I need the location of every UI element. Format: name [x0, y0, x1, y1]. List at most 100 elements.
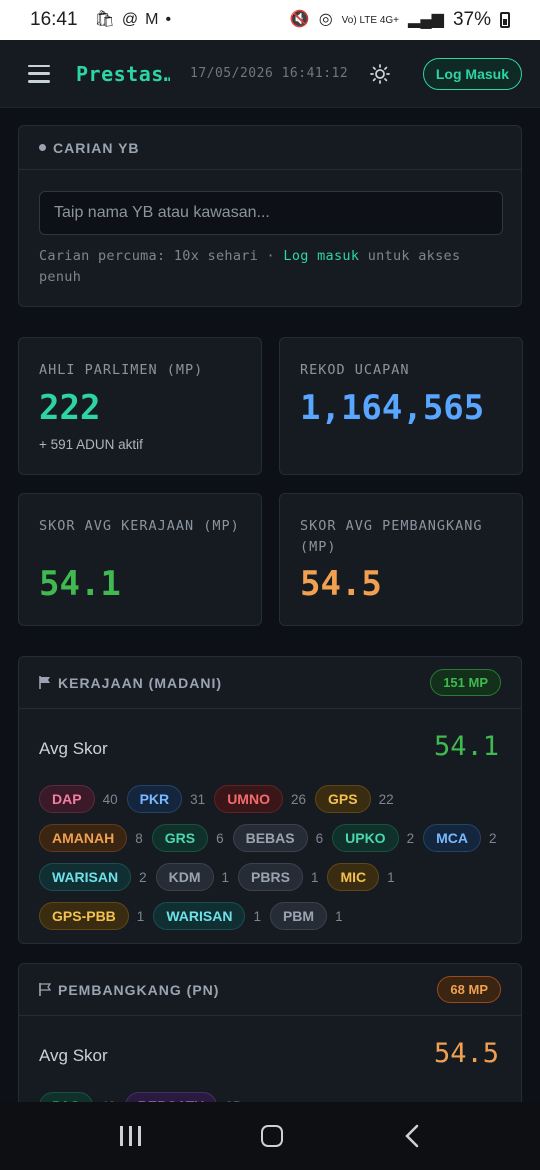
signal-icon: ▂▄▆: [408, 11, 444, 28]
stat-label: SKOR AVG KERAJAAN (MP): [39, 518, 240, 534]
party-chip-item: AMANAH 8: [39, 824, 143, 852]
party-seat-count: 2: [139, 869, 147, 885]
party-chip[interactable]: PKR: [126, 785, 183, 813]
party-chip-item: PKR 31: [126, 785, 206, 813]
government-count-badge: 151 MP: [430, 669, 501, 696]
party-seat-count: 6: [315, 830, 324, 846]
current-datetime: 17/05/2026 16:41:12: [190, 66, 349, 81]
party-chip-item: MCA 2: [423, 824, 497, 852]
party-chip-item: PBM 1: [269, 902, 343, 930]
stat-card-opp-score: SKOR AVG PEMBANGKANG (MP) 54.5: [279, 493, 523, 626]
notification-dot-icon: •: [165, 11, 172, 28]
party-chip[interactable]: MCA: [423, 824, 481, 852]
flag-icon: [39, 676, 50, 689]
flag-outline-icon: [39, 983, 51, 996]
government-card: KERAJAAN (MADANI) 151 MP Avg Skor 54.1 D…: [18, 656, 522, 944]
party-seat-count: 31: [190, 791, 206, 807]
party-chip-item: GPS 22: [315, 785, 394, 813]
party-chip[interactable]: GPS-PBB: [39, 902, 129, 930]
party-seat-count: 1: [335, 908, 343, 924]
party-chip[interactable]: BEBAS: [232, 824, 308, 852]
party-chip-item: GRS 6: [151, 824, 224, 852]
stat-card-speeches: REKOD UCAPAN 1,164,565: [279, 337, 523, 475]
party-chip-item: PBRS 1: [238, 863, 318, 891]
party-seat-count: 1: [136, 908, 145, 924]
stat-label: REKOD UCAPAN: [300, 362, 410, 378]
government-card-header: KERAJAAN (MADANI) 151 MP: [19, 657, 521, 709]
party-seat-count: 2: [488, 830, 497, 846]
status-time: 16:41: [30, 9, 78, 30]
avg-score-label: Avg Skor: [39, 739, 108, 758]
party-seat-count: 26: [290, 791, 306, 807]
app-title[interactable]: Prestas…: [76, 62, 170, 86]
party-chip-item: WARISAN 1: [153, 902, 261, 930]
status-bar: 16:41 🛍 @ M • 🔇 ◎ Vo) LTE 4G+ ▂▄▆ 37%: [0, 0, 540, 40]
stat-label: SKOR AVG PEMBANGKANG (MP): [300, 518, 483, 555]
back-button[interactable]: [404, 1124, 420, 1148]
party-chip-item: MIC 1: [327, 863, 395, 891]
network-indicator: Vo) LTE 4G+: [341, 14, 400, 26]
party-chip-item: KDM 1: [155, 863, 230, 891]
bullet-icon: [39, 144, 46, 151]
party-seat-count: 1: [221, 869, 230, 885]
avg-score-value: 54.5: [433, 1038, 499, 1069]
opposition-card: PEMBANGKANG (PN) 68 MP Avg Skor 54.5 PAS…: [18, 963, 522, 1123]
party-chip[interactable]: DAP: [39, 785, 95, 813]
gmail-icon: M: [145, 11, 159, 28]
party-chip-item: DAP 40: [39, 785, 118, 813]
opposition-count-badge: 68 MP: [437, 976, 501, 1003]
party-chip-item: GPS-PBB 1: [39, 902, 144, 930]
home-button[interactable]: [261, 1125, 284, 1147]
hotspot-icon: ◎: [318, 11, 333, 28]
party-seat-count: 6: [216, 830, 224, 846]
search-card-header: CARIAN YB: [19, 126, 521, 170]
stat-value: 222: [39, 388, 101, 428]
opposition-card-header: PEMBANGKANG (PN) 68 MP: [19, 964, 521, 1016]
system-nav-bar: [0, 1102, 540, 1170]
party-seat-count: 1: [387, 869, 395, 885]
battery-icon: [500, 12, 510, 28]
shopping-bag-icon: 🛍: [94, 11, 115, 28]
party-seat-count: 8: [135, 830, 143, 846]
party-chip[interactable]: AMANAH: [39, 824, 128, 852]
party-chip[interactable]: PBRS: [238, 863, 303, 891]
party-chip-item: UMNO 26: [214, 785, 306, 813]
party-chip[interactable]: GRS: [151, 824, 209, 852]
threads-icon: @: [121, 11, 139, 28]
party-seat-count: 2: [406, 830, 415, 846]
search-title: CARIAN YB: [53, 139, 140, 156]
party-seat-count: 1: [253, 908, 261, 924]
mute-icon: 🔇: [289, 11, 310, 28]
party-chip[interactable]: KDM: [155, 863, 214, 891]
login-button[interactable]: Log Masuk: [422, 57, 522, 90]
stat-label: AHLI PARLIMEN (MP): [39, 362, 204, 378]
party-chip[interactable]: WARISAN: [39, 863, 132, 891]
avg-score-value: 54.1: [433, 731, 499, 762]
party-seat-count: 1: [310, 869, 319, 885]
recents-button[interactable]: [120, 1126, 142, 1146]
government-title: KERAJAAN (MADANI): [58, 674, 222, 691]
party-chip[interactable]: PBM: [269, 902, 328, 930]
party-seat-count: 22: [378, 791, 394, 807]
search-card: CARIAN YB Taip nama YB atau kawasan... C…: [18, 125, 522, 307]
party-chip-item: BEBAS 6: [232, 824, 324, 852]
opposition-title: PEMBANGKANG (PN): [58, 981, 220, 998]
party-chip[interactable]: UPKO: [332, 824, 399, 852]
search-note: Carian percuma: 10x sehari · Log masuk u…: [39, 246, 499, 288]
party-chip-item: WARISAN 2: [39, 863, 147, 891]
party-chip[interactable]: MIC: [327, 863, 380, 891]
party-chip-list: DAP 40 PKR 31 UMNO 26 GPS 22 AMANAH 8 GRS 6 BEBAS 6 UP…: [39, 785, 509, 930]
stat-value: 1,164,565: [300, 388, 485, 428]
login-link[interactable]: Log masuk: [283, 248, 359, 264]
menu-icon[interactable]: [28, 64, 50, 83]
stat-card-mp: AHLI PARLIMEN (MP) 222 + 591 ADUN aktif: [18, 337, 262, 475]
party-chip[interactable]: UMNO: [214, 785, 283, 813]
stat-card-govt-score: SKOR AVG KERAJAAN (MP) 54.1: [18, 493, 262, 626]
party-chip[interactable]: GPS: [315, 785, 371, 813]
avg-score-label: Avg Skor: [39, 1046, 108, 1065]
party-chip[interactable]: WARISAN: [153, 902, 246, 930]
stat-value: 54.5: [300, 564, 382, 604]
search-input[interactable]: Taip nama YB atau kawasan...: [39, 191, 503, 235]
stat-sub: + 591 ADUN aktif: [39, 437, 143, 452]
theme-toggle-icon[interactable]: [370, 63, 391, 84]
